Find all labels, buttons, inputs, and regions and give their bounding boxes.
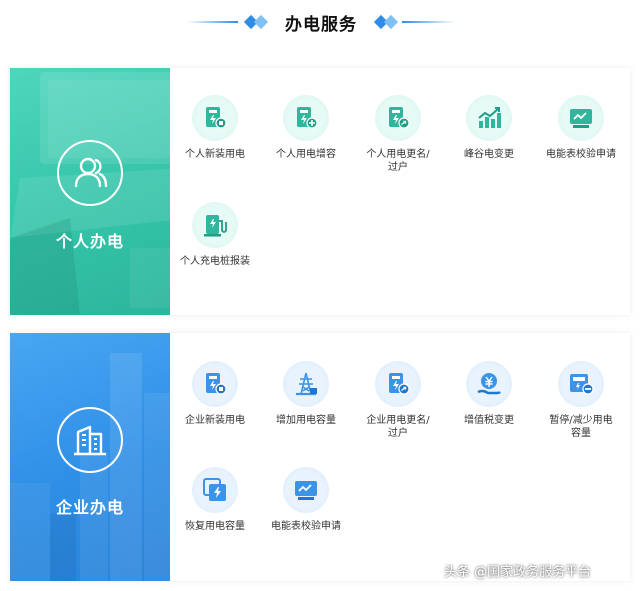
service-item-personal-capacity[interactable]: 个人用电增容 <box>263 95 349 161</box>
service-item-personal-new[interactable]: 个人新装用电 <box>172 95 258 161</box>
service-item-personal-meter-check[interactable]: 电能表校验申请 <box>538 95 624 161</box>
capacity-add-icon <box>283 95 329 141</box>
section-header: 办电服务 <box>0 0 640 50</box>
page-title: 办电服务 <box>285 15 357 35</box>
building-icon <box>57 407 123 473</box>
peak-valley-chart-icon <box>466 95 512 141</box>
header-line-right <box>402 21 456 23</box>
service-item-label: 企业新装用电 <box>185 415 245 426</box>
person-icon <box>57 140 123 206</box>
service-item-label: 个人用电增容 <box>276 149 336 160</box>
personal-service-panel: 个人办电 个人新装用电 个人用电增容 个人用电更名/ 过户 峰谷电变更 电能表校… <box>10 68 630 315</box>
service-item-enterprise-capacity[interactable]: 增加用电容量 <box>263 361 349 427</box>
service-item-enterprise-new[interactable]: 企业新装用电 <box>172 361 258 427</box>
new-meter-icon <box>192 361 238 407</box>
header-line-left <box>186 21 238 23</box>
service-item-label: 企业用电更名/ 过户 <box>366 415 430 439</box>
restore-capacity-icon <box>192 467 238 513</box>
vat-change-icon <box>466 361 512 407</box>
service-item-label: 峰谷电变更 <box>464 149 514 160</box>
service-item-personal-rename[interactable]: 个人用电更名/ 过户 <box>355 95 441 174</box>
service-item-label: 电能表校验申请 <box>546 149 616 160</box>
service-item-charging-pile[interactable]: 个人充电桩报装 <box>172 202 258 268</box>
new-meter-icon <box>192 95 238 141</box>
enterprise-banner-label: 企业办电 <box>55 498 124 517</box>
rename-transfer-icon <box>375 95 421 141</box>
service-item-label: 个人用电更名/ 过户 <box>366 149 430 173</box>
meter-check-icon <box>283 467 329 513</box>
diamond-deco-icon <box>383 14 399 30</box>
rename-transfer-icon <box>375 361 421 407</box>
service-item-enterprise-rename[interactable]: 企业用电更名/ 过户 <box>355 361 441 440</box>
service-item-label: 恢复用电容量 <box>185 521 245 532</box>
service-item-restore-capacity[interactable]: 恢复用电容量 <box>172 467 258 533</box>
pause-reduce-icon <box>558 361 604 407</box>
source-watermark: 头条 @国家政务服务平台 <box>444 565 592 580</box>
service-item-peak-valley[interactable]: 峰谷电变更 <box>446 95 532 161</box>
service-item-enterprise-meter-check[interactable]: 电能表校验申请 <box>263 467 349 533</box>
enterprise-banner[interactable]: 企业办电 <box>10 333 170 581</box>
service-item-label: 增加用电容量 <box>276 415 336 426</box>
service-item-label: 个人新装用电 <box>185 149 245 160</box>
service-item-vat-change[interactable]: 增值税变更 <box>446 361 532 427</box>
service-item-label: 暂停/减少用电 容量 <box>549 415 613 439</box>
charging-pile-icon <box>192 202 238 248</box>
personal-banner[interactable]: 个人办电 <box>10 68 170 315</box>
service-item-pause-reduce[interactable]: 暂停/减少用电 容量 <box>538 361 624 440</box>
meter-check-icon <box>558 95 604 141</box>
power-tower-icon <box>283 361 329 407</box>
enterprise-service-panel: 企业办电 企业新装用电 增加用电容量 企业用电更名/ 过户 增值税变更 暂停/减… <box>10 333 630 581</box>
diamond-deco-icon <box>253 14 269 30</box>
service-item-label: 个人充电桩报装 <box>180 256 250 267</box>
personal-banner-label: 个人办电 <box>55 232 124 251</box>
service-item-label: 增值税变更 <box>464 415 514 426</box>
service-item-label: 电能表校验申请 <box>271 521 341 532</box>
